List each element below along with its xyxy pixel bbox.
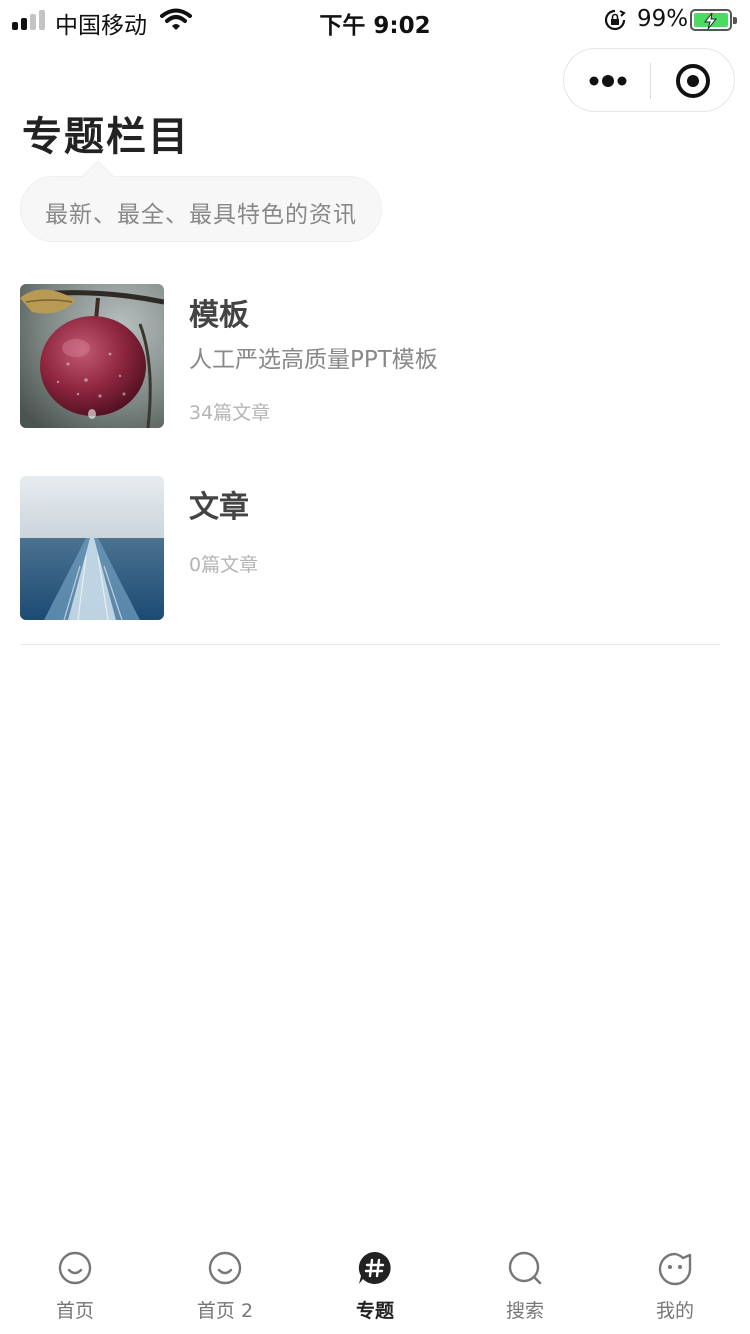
topic-article-count: 0篇文章 bbox=[189, 554, 259, 576]
battery-percentage: 99% bbox=[637, 6, 689, 32]
topic-name: 文章 bbox=[189, 490, 249, 525]
tab-topics[interactable]: 专题 bbox=[300, 1250, 450, 1330]
miniprogram-capsule bbox=[563, 48, 735, 112]
ocean-wake-image bbox=[20, 476, 164, 620]
more-options-button[interactable] bbox=[564, 49, 650, 111]
topic-item-article[interactable]: 文章 0篇文章 bbox=[20, 476, 720, 622]
tab-label: 搜索 bbox=[505, 1300, 544, 1322]
smile-face-icon bbox=[58, 1251, 92, 1285]
tab-label: 首页 bbox=[55, 1300, 94, 1322]
tab-search[interactable]: 搜索 bbox=[450, 1250, 600, 1330]
battery-icon bbox=[690, 9, 737, 31]
tab-label: 首页 2 bbox=[196, 1300, 254, 1322]
topic-description: 人工严选高质量PPT模板 bbox=[189, 347, 438, 373]
topic-name: 模板 bbox=[189, 298, 249, 333]
page-title: 专题栏目 bbox=[22, 114, 190, 160]
cat-face-icon bbox=[658, 1252, 692, 1286]
tab-mine[interactable]: 我的 bbox=[600, 1250, 750, 1330]
rotation-lock-icon bbox=[604, 9, 626, 31]
tab-label: 专题 bbox=[355, 1300, 394, 1322]
tab-bar: 首页 首页 2 专题 搜索 我的 bbox=[0, 1240, 750, 1334]
target-circle-icon bbox=[676, 64, 710, 98]
tab-home[interactable]: 首页 bbox=[0, 1250, 150, 1330]
screen: 中国移动 下午 9:02 99% 专题栏目 最新、最全、最具特色的资讯 模板 人… bbox=[0, 0, 750, 1334]
tagline-bubble: 最新、最全、最具特色的资讯 bbox=[20, 160, 382, 242]
search-bubble-icon bbox=[508, 1251, 542, 1285]
tagline-text: 最新、最全、最具特色的资讯 bbox=[45, 202, 357, 228]
tab-label: 我的 bbox=[655, 1300, 694, 1322]
topic-article-count: 34篇文章 bbox=[189, 402, 271, 424]
list-divider bbox=[20, 644, 720, 645]
close-miniprogram-button[interactable] bbox=[651, 49, 735, 111]
more-dots-icon bbox=[589, 75, 627, 87]
tab-home-2[interactable]: 首页 2 bbox=[150, 1250, 300, 1330]
apple-image bbox=[20, 284, 164, 428]
smile-face-icon bbox=[208, 1251, 242, 1285]
status-bar: 中国移动 下午 9:02 99% bbox=[0, 0, 750, 40]
hashtag-bubble-icon bbox=[358, 1251, 391, 1284]
topic-item-template[interactable]: 模板 人工严选高质量PPT模板 34篇文章 bbox=[20, 284, 720, 430]
